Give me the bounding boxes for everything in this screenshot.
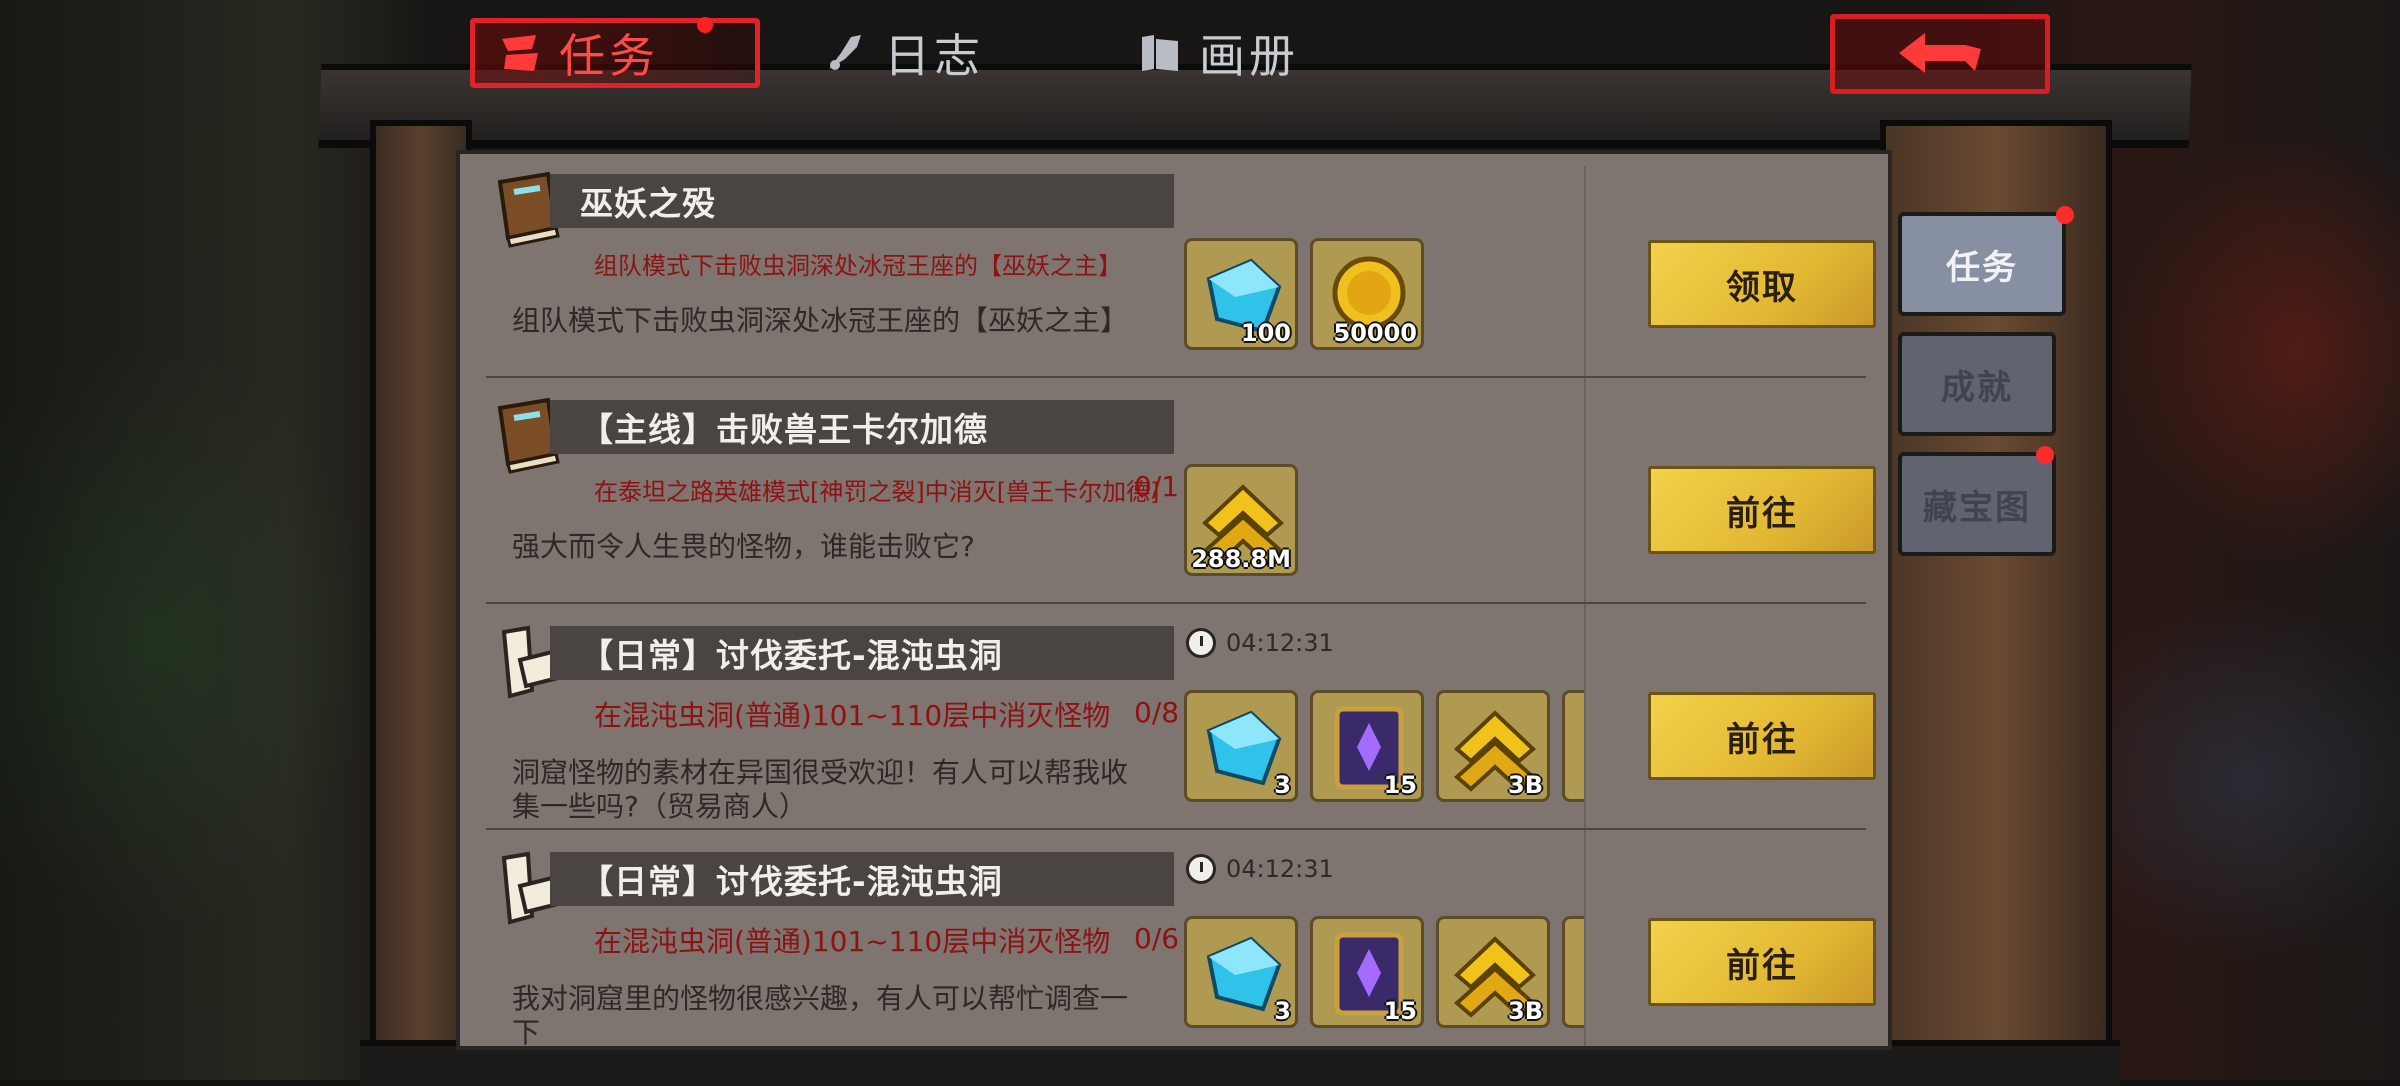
go-button[interactable]: 前往 xyxy=(1648,466,1876,554)
reward-list: 3 15 3B xyxy=(1184,916,1584,1028)
go-button[interactable]: 前往 xyxy=(1648,918,1876,1006)
alert-dot xyxy=(2036,446,2054,464)
back-button[interactable] xyxy=(1830,14,2050,94)
clock-icon xyxy=(1186,854,1216,884)
reward-count: 15 xyxy=(1383,997,1417,1025)
tab-album-label: 画册 xyxy=(1199,29,1299,83)
reward-count: 50000 xyxy=(1333,319,1418,347)
quest-description: 洞窟怪物的素材在异国很受欢迎！有人可以帮我收集一些吗?（贸易商人） xyxy=(512,756,1129,823)
clock-icon xyxy=(1186,628,1216,658)
alert-dot xyxy=(697,17,713,33)
side-tab-quests[interactable]: 任务 xyxy=(1898,212,2066,316)
quest-timer: 04:12:31 xyxy=(1186,854,1334,884)
row-separator xyxy=(486,828,1866,830)
quest-row: 【日常】讨伐委托-混沌虫洞 在混沌虫洞(普通)101~110层中消灭怪物 0/6… xyxy=(486,832,1876,1049)
tab-quests-label: 任务 xyxy=(559,29,659,83)
quest-progress: 0/6 xyxy=(1134,922,1180,955)
quest-description: 组队模式下击败虫洞深处冰冠王座的【巫妖之主】 xyxy=(512,304,1129,337)
go-button[interactable]: 前往 xyxy=(1648,692,1876,780)
row-separator xyxy=(486,376,1866,378)
quest-title: 【主线】击败兽王卡尔加德 xyxy=(580,410,988,449)
back-arrow-icon xyxy=(1899,33,1981,73)
quest-panel: 巫妖之殁 组队模式下击败虫洞深处冰冠王座的【巫妖之主】 组队模式下击败虫洞深处冰… xyxy=(456,150,1892,1050)
quest-title: 【日常】讨伐委托-混沌虫洞 xyxy=(580,862,1003,901)
quest-title-bar: 【主线】击败兽王卡尔加德 xyxy=(550,400,1174,454)
side-tab-achievements[interactable]: 成就 xyxy=(1898,332,2056,436)
quest-timer: 04:12:31 xyxy=(1186,628,1334,658)
reward-item[interactable]: 3 xyxy=(1184,916,1298,1028)
quest-objective: 组队模式下击败虫洞深处冰冠王座的【巫妖之主】 xyxy=(594,252,1122,280)
reward-item[interactable] xyxy=(1562,690,1584,802)
reward-count: 3 xyxy=(1274,997,1291,1025)
reward-count: 3B xyxy=(1508,771,1543,799)
reward-count: 3B xyxy=(1508,997,1543,1025)
reward-item[interactable]: 288.8M xyxy=(1184,464,1298,576)
reward-count: 15 xyxy=(1383,771,1417,799)
reward-item[interactable]: 3 xyxy=(1184,690,1298,802)
reward-item[interactable]: 15 xyxy=(1310,690,1424,802)
quest-title: 【日常】讨伐委托-混沌虫洞 xyxy=(580,636,1003,675)
quest-title: 巫妖之殁 xyxy=(580,184,716,223)
quest-banner-icon xyxy=(495,28,545,78)
quest-progress: 0/8 xyxy=(1134,696,1180,729)
reward-item[interactable]: 15 xyxy=(1310,916,1424,1028)
quest-title-bar: 【日常】讨伐委托-混沌虫洞 xyxy=(550,852,1174,906)
reward-list: 100 50000 xyxy=(1184,238,1584,350)
side-tab-treasure-map[interactable]: 藏宝图 xyxy=(1898,452,2056,556)
quest-row: 【主线】击败兽王卡尔加德 在泰坦之路英雄模式[神罚之裂]中消灭[兽王卡尔加德] … xyxy=(486,380,1876,604)
reward-item[interactable] xyxy=(1562,916,1584,1028)
reward-count: 3 xyxy=(1274,771,1291,799)
reward-list: 3 15 3B xyxy=(1184,690,1584,802)
quest-description: 强大而令人生畏的怪物，谁能击败它? xyxy=(512,530,975,563)
quest-objective: 在泰坦之路英雄模式[神罚之裂]中消灭[兽王卡尔加德] xyxy=(594,478,1160,506)
reward-item[interactable]: 3B xyxy=(1436,916,1550,1028)
tab-log[interactable]: 日志 xyxy=(820,18,984,88)
quest-row: 巫妖之殁 组队模式下击败虫洞深处冰冠王座的【巫妖之主】 组队模式下击败虫洞深处冰… xyxy=(486,154,1876,378)
quest-objective: 在混沌虫洞(普通)101~110层中消灭怪物 xyxy=(594,925,1111,958)
reward-item[interactable]: 100 xyxy=(1184,238,1298,350)
tab-album[interactable]: 画册 xyxy=(1135,18,1299,88)
claim-button[interactable]: 领取 xyxy=(1648,240,1876,328)
reward-count: 100 xyxy=(1240,319,1291,347)
quest-title-bar: 【日常】讨伐委托-混沌虫洞 xyxy=(550,626,1174,680)
alert-dot xyxy=(2056,206,2074,224)
timer-text: 04:12:31 xyxy=(1226,629,1334,657)
reward-count: 288.8M xyxy=(1191,545,1291,573)
quest-description: 我对洞窟里的怪物很感兴趣，有人可以帮忙调查一下 xyxy=(512,982,1129,1049)
row-separator xyxy=(486,602,1866,604)
reward-item[interactable]: 3B xyxy=(1436,690,1550,802)
reward-item[interactable]: 50000 xyxy=(1310,238,1424,350)
quest-row: 【日常】讨伐委托-混沌虫洞 在混沌虫洞(普通)101~110层中消灭怪物 0/8… xyxy=(486,606,1876,830)
tab-log-label: 日志 xyxy=(884,29,984,83)
timer-text: 04:12:31 xyxy=(1226,855,1334,883)
quest-objective: 在混沌虫洞(普通)101~110层中消灭怪物 xyxy=(594,699,1111,732)
reward-list: 288.8M xyxy=(1184,464,1584,576)
quest-title-bar: 巫妖之殁 xyxy=(550,174,1174,228)
quest-progress: 0/1 xyxy=(1134,470,1180,503)
tab-quests[interactable]: 任务 xyxy=(470,17,760,88)
quill-icon xyxy=(820,28,870,78)
album-book-icon xyxy=(1135,28,1185,78)
